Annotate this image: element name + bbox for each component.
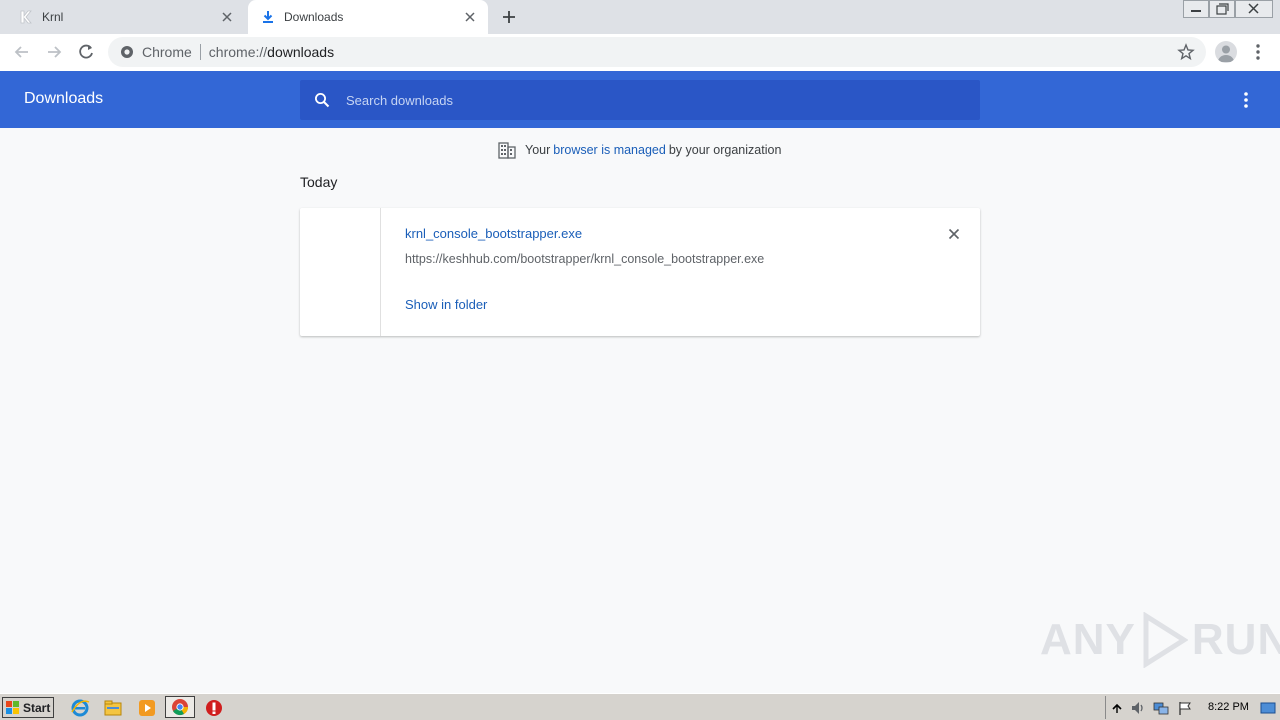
search-input[interactable] xyxy=(346,92,946,108)
download-favicon-icon xyxy=(260,9,276,25)
show-hidden-icons-icon[interactable] xyxy=(1109,700,1125,716)
chrome-site-icon xyxy=(120,45,134,59)
chrome-taskbar-icon[interactable] xyxy=(165,696,195,718)
tab-title: Krnl xyxy=(42,10,64,24)
restore-window-icon[interactable] xyxy=(1209,0,1235,18)
url-host: downloads xyxy=(267,44,335,60)
forward-arrow-icon[interactable] xyxy=(44,42,64,62)
system-tray xyxy=(1105,696,1280,719)
watermark-left-text: ANY xyxy=(1040,615,1136,664)
downloads-toolbar: Downloads xyxy=(0,71,1280,128)
ie-icon[interactable] xyxy=(70,698,90,718)
anyrun-watermark: ANY RUN xyxy=(1040,611,1280,669)
url-text[interactable]: chrome://downloads xyxy=(209,44,334,60)
date-section-heading: Today xyxy=(300,174,338,190)
site-chip-label: Chrome xyxy=(142,44,192,60)
close-tab-icon[interactable] xyxy=(219,9,235,25)
action-center-flag-icon[interactable] xyxy=(1177,700,1193,716)
windows-taskbar: Start 8:22 PM xyxy=(0,693,1280,720)
network-icon[interactable] xyxy=(1153,700,1169,716)
close-window-icon[interactable] xyxy=(1235,0,1273,18)
more-actions-icon[interactable] xyxy=(1238,90,1254,110)
start-label: Start xyxy=(23,700,51,715)
bookmark-star-icon[interactable] xyxy=(1177,43,1195,61)
search-icon[interactable] xyxy=(314,92,330,108)
download-filename-link[interactable]: krnl_console_bootstrapper.exe xyxy=(405,226,582,241)
show-desktop-icon[interactable] xyxy=(1260,700,1276,716)
profile-avatar-icon[interactable] xyxy=(1215,41,1237,63)
taskbar-clock[interactable]: 8:22 PM xyxy=(1208,701,1249,713)
download-item-card: krnl_console_bootstrapper.exe https://ke… xyxy=(300,208,980,336)
explorer-icon[interactable] xyxy=(103,698,123,718)
show-in-folder-link[interactable]: Show in folder xyxy=(405,297,487,312)
remove-download-icon[interactable] xyxy=(946,226,962,242)
building-icon xyxy=(498,141,516,159)
windows-logo-icon xyxy=(6,700,20,715)
search-box[interactable] xyxy=(300,80,980,120)
page-title: Downloads xyxy=(24,90,104,107)
download-source-url[interactable]: https://keshhub.com/bootstrapper/krnl_co… xyxy=(405,252,764,266)
url-scheme: chrome:// xyxy=(208,44,268,60)
media-player-icon[interactable] xyxy=(137,698,157,718)
krnl-favicon-icon xyxy=(18,9,34,25)
tab-strip: Krnl Downloads xyxy=(0,0,1280,34)
stop-icon[interactable] xyxy=(204,698,224,718)
new-tab-icon[interactable] xyxy=(500,8,518,26)
volume-icon[interactable] xyxy=(1130,700,1146,716)
close-tab-icon[interactable] xyxy=(462,9,478,25)
chrome-menu-icon[interactable] xyxy=(1250,42,1266,62)
tab-title: Downloads xyxy=(284,10,344,24)
file-icon-area xyxy=(300,208,381,336)
managed-prefix: Your xyxy=(525,143,551,157)
managed-notice: Your browser is managed by your organiza… xyxy=(498,141,781,159)
managed-browser-link[interactable]: browser is managed xyxy=(553,143,666,157)
omnibox-divider xyxy=(199,44,201,60)
start-button[interactable]: Start xyxy=(2,697,54,718)
reload-icon[interactable] xyxy=(76,42,96,62)
tab-downloads[interactable]: Downloads xyxy=(248,0,488,34)
managed-suffix: by your organization xyxy=(668,143,782,157)
play-logo-icon xyxy=(1140,611,1189,669)
tab-krnl[interactable]: Krnl xyxy=(0,0,245,34)
address-bar[interactable]: Chrome chrome://downloads xyxy=(108,37,1206,67)
back-arrow-icon[interactable] xyxy=(12,42,32,62)
browser-toolbar: Chrome chrome://downloads xyxy=(0,34,1280,71)
minimize-window-icon[interactable] xyxy=(1183,0,1209,18)
watermark-right-text: RUN xyxy=(1191,615,1280,664)
